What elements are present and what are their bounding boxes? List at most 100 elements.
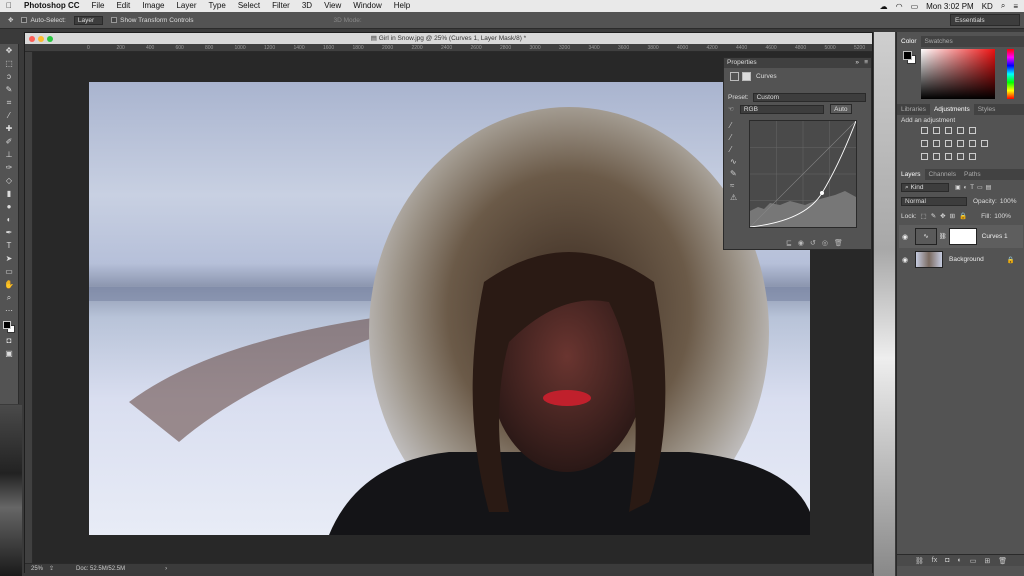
foreground-color[interactable] (2, 321, 11, 329)
clipping-warning-icon[interactable]: ⚠ (730, 192, 742, 204)
tab-layers[interactable]: Layers (897, 169, 925, 180)
minimize-window-icon[interactable] (38, 36, 44, 42)
black-white-icon[interactable] (945, 140, 952, 147)
invert-icon[interactable] (921, 153, 928, 160)
user-name[interactable]: KD (982, 2, 993, 11)
hue-slider[interactable] (1007, 49, 1014, 99)
crop-tool-icon[interactable]: ⌗ (3, 97, 15, 109)
reset-icon[interactable]: ↺ (810, 239, 816, 247)
curves-graph[interactable] (749, 120, 857, 228)
color-lookup-icon[interactable] (981, 140, 988, 147)
new-layer-icon[interactable]: ⊞ (984, 557, 990, 565)
eyedropper-tool-icon[interactable]: ⁄ (3, 110, 15, 122)
layer-row-background[interactable]: ◉ Background 🔒 (899, 248, 1023, 271)
fill-value[interactable]: 100% (994, 213, 1011, 220)
document-title-bar[interactable]: ▤ Girl in Snow.jpg @ 25% (Curves 1, Laye… (25, 33, 872, 44)
tab-swatches[interactable]: Swatches (921, 36, 957, 47)
blend-mode-dropdown[interactable]: Normal (901, 197, 967, 206)
hand-tool-icon[interactable]: ✋ (3, 279, 15, 291)
zoom-tool-icon[interactable]: ⌕ (3, 292, 15, 304)
menu-image[interactable]: Image (136, 0, 170, 12)
eraser-tool-icon[interactable]: ◇ (3, 175, 15, 187)
opacity-value[interactable]: 100% (1000, 198, 1017, 205)
shape-tool-icon[interactable]: ▭ (3, 266, 15, 278)
black-point-eyedropper-icon[interactable]: ⁄ (730, 120, 742, 132)
share-icon[interactable]: ⇪ (49, 565, 54, 572)
visibility-eye-icon[interactable]: ◎ (822, 239, 828, 247)
exposure-icon[interactable] (957, 127, 964, 134)
app-menu[interactable]: Photoshop CC (18, 0, 86, 12)
status-menu-arrow-icon[interactable]: › (165, 566, 167, 572)
threshold-icon[interactable] (945, 153, 952, 160)
fx-icon[interactable]: fx (932, 557, 937, 564)
menu-edit[interactable]: Edit (110, 0, 136, 12)
screen-mode-icon[interactable]: ▣ (3, 348, 15, 360)
auto-select-dropdown[interactable]: Layer (73, 15, 104, 25)
search-icon[interactable]: ⌕ (1001, 1, 1005, 11)
layer-name[interactable]: Background (949, 256, 984, 263)
marquee-tool-icon[interactable]: ⬚ (3, 58, 15, 70)
quick-select-tool-icon[interactable]: ✎ (3, 84, 15, 96)
photo-filter-icon[interactable] (957, 140, 964, 147)
tab-adjustments[interactable]: Adjustments (929, 104, 974, 115)
layer-lock-icon[interactable]: 🔒 (1007, 256, 1015, 264)
panel-foreground-color[interactable] (903, 51, 912, 60)
path-select-tool-icon[interactable]: ➤ (3, 253, 15, 265)
type-tool-icon[interactable]: T (3, 240, 15, 252)
lasso-tool-icon[interactable]: ↄ (3, 71, 15, 83)
blur-tool-icon[interactable]: ● (3, 201, 15, 213)
visibility-eye-icon[interactable]: ◉ (899, 256, 911, 264)
clock[interactable]: Mon 3:02 PM (926, 2, 974, 11)
history-brush-tool-icon[interactable]: ✑ (3, 162, 15, 174)
add-mask-icon[interactable]: ◘ (945, 557, 949, 564)
collapse-icon[interactable]: » (855, 58, 859, 68)
new-adjustment-icon[interactable]: ◐ (957, 557, 961, 564)
tab-libraries[interactable]: Libraries (897, 104, 930, 115)
menu-layer[interactable]: Layer (170, 0, 202, 12)
wifi-icon[interactable]: ◠ (896, 2, 903, 11)
zoom-level[interactable]: 25% (31, 566, 43, 572)
channel-dropdown[interactable]: RGB (739, 104, 824, 114)
view-previous-icon[interactable]: ◉ (798, 239, 804, 247)
hue-saturation-icon[interactable] (921, 140, 928, 147)
photo-canvas[interactable] (89, 82, 810, 535)
layer-mask-thumbnail[interactable] (948, 228, 977, 245)
gradient-tool-icon[interactable]: ▮ (3, 188, 15, 200)
dodge-tool-icon[interactable]: ◐ (3, 214, 15, 226)
list-icon[interactable]: ≡ (1013, 2, 1018, 11)
layer-row-curves[interactable]: ◉ ∿ ⛓ Curves 1 (899, 225, 1023, 248)
menu-select[interactable]: Select (232, 0, 266, 12)
color-balance-icon[interactable] (933, 140, 940, 147)
gray-point-eyedropper-icon[interactable]: ⁄ (730, 132, 742, 144)
apple-icon[interactable]:  (0, 0, 18, 12)
battery-icon[interactable]: ▭ (911, 2, 919, 11)
levels-icon[interactable] (933, 127, 940, 134)
properties-header[interactable]: Properties » ≡ (724, 58, 871, 68)
color-panel-swatches[interactable] (903, 51, 917, 65)
more-tools-icon[interactable]: ⋯ (3, 305, 15, 317)
clip-to-layer-icon[interactable]: ⊑ (786, 239, 792, 247)
menu-type[interactable]: Type (202, 0, 231, 12)
cloud-icon[interactable]: ☁ (880, 2, 888, 11)
delete-icon[interactable]: 🗑 (834, 239, 843, 247)
gradient-map-icon[interactable] (957, 153, 964, 160)
stamp-tool-icon[interactable]: ⊥ (3, 149, 15, 161)
curves-icon[interactable] (945, 127, 952, 134)
tab-color[interactable]: Color (897, 36, 921, 47)
panel-menu-icon[interactable]: ≡ (864, 58, 868, 68)
layer-name[interactable]: Curves 1 (982, 233, 1008, 240)
menu-3d[interactable]: 3D (296, 0, 318, 12)
zoom-window-icon[interactable] (47, 36, 53, 42)
mask-link-icon[interactable]: ⛓ (939, 233, 947, 240)
quick-mask-icon[interactable]: ◘ (3, 335, 15, 347)
lock-icons[interactable]: ⬚✎✥⊞🔒 (921, 212, 972, 220)
white-point-eyedropper-icon[interactable]: ⁄ (730, 144, 742, 156)
smooth-icon[interactable]: ≈ (730, 180, 742, 192)
brightness-icon[interactable] (921, 127, 928, 134)
menu-file[interactable]: File (86, 0, 111, 12)
delete-layer-icon[interactable]: 🗑 (998, 557, 1007, 565)
link-layers-icon[interactable]: ⛓ (915, 557, 924, 565)
menu-window[interactable]: Window (347, 0, 387, 12)
auto-select-checkbox[interactable] (21, 17, 28, 23)
selective-color-icon[interactable] (969, 153, 976, 160)
